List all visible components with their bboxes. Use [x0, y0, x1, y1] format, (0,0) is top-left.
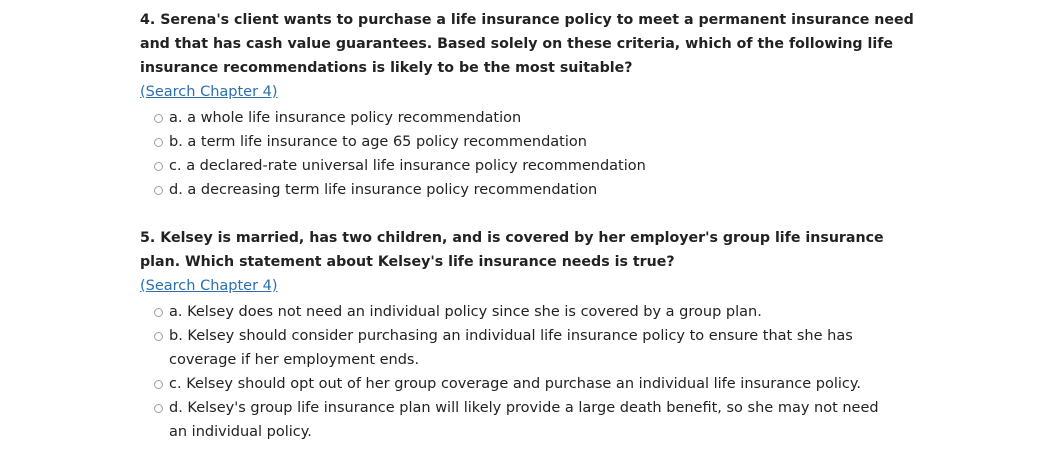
answer-label: b. Kelsey should consider purchasing an … — [169, 328, 853, 368]
quiz-content: 4. Serena's client wants to purchase a l… — [140, 8, 920, 444]
answer-option-d[interactable]: d. a decreasing term life insurance poli… — [154, 178, 895, 202]
answer-options: a. Kelsey does not need an individual po… — [154, 300, 920, 444]
answer-label: d. Kelsey's group life insurance plan wi… — [169, 400, 879, 440]
answer-label: a. Kelsey does not need an individual po… — [169, 304, 762, 320]
radio-button[interactable] — [154, 332, 163, 341]
radio-button[interactable] — [154, 162, 163, 171]
answer-label: c. a declared-rate universal life insura… — [169, 158, 646, 174]
radio-button[interactable] — [154, 308, 163, 317]
answer-options: a. a whole life insurance policy recomme… — [154, 106, 920, 202]
answer-option-a[interactable]: a. a whole life insurance policy recomme… — [154, 106, 895, 130]
answer-label: d. a decreasing term life insurance poli… — [169, 182, 598, 198]
answer-label: c. Kelsey should opt out of her group co… — [169, 376, 862, 392]
radio-button[interactable] — [154, 186, 163, 195]
answer-label: b. a term life insurance to age 65 polic… — [169, 134, 587, 150]
answer-option-c[interactable]: c. Kelsey should opt out of her group co… — [154, 372, 895, 396]
question-text: 4. Serena's client wants to purchase a l… — [140, 12, 914, 76]
question-text: 5. Kelsey is married, has two children, … — [140, 230, 884, 270]
search-chapter-link[interactable]: (Search Chapter 4) — [140, 80, 278, 104]
radio-button[interactable] — [154, 380, 163, 389]
answer-option-a[interactable]: a. Kelsey does not need an individual po… — [154, 300, 895, 324]
question-5: 5. Kelsey is married, has two children, … — [140, 226, 920, 444]
answer-option-c[interactable]: c. a declared-rate universal life insura… — [154, 154, 895, 178]
answer-option-d[interactable]: d. Kelsey's group life insurance plan wi… — [154, 396, 895, 444]
radio-button[interactable] — [154, 138, 163, 147]
radio-button[interactable] — [154, 404, 163, 413]
search-chapter-link[interactable]: (Search Chapter 4) — [140, 274, 278, 298]
question-4: 4. Serena's client wants to purchase a l… — [140, 8, 920, 202]
answer-option-b[interactable]: b. a term life insurance to age 65 polic… — [154, 130, 895, 154]
radio-button[interactable] — [154, 114, 163, 123]
question-spacer — [140, 202, 920, 226]
answer-label: a. a whole life insurance policy recomme… — [169, 110, 522, 126]
answer-option-b[interactable]: b. Kelsey should consider purchasing an … — [154, 324, 895, 372]
